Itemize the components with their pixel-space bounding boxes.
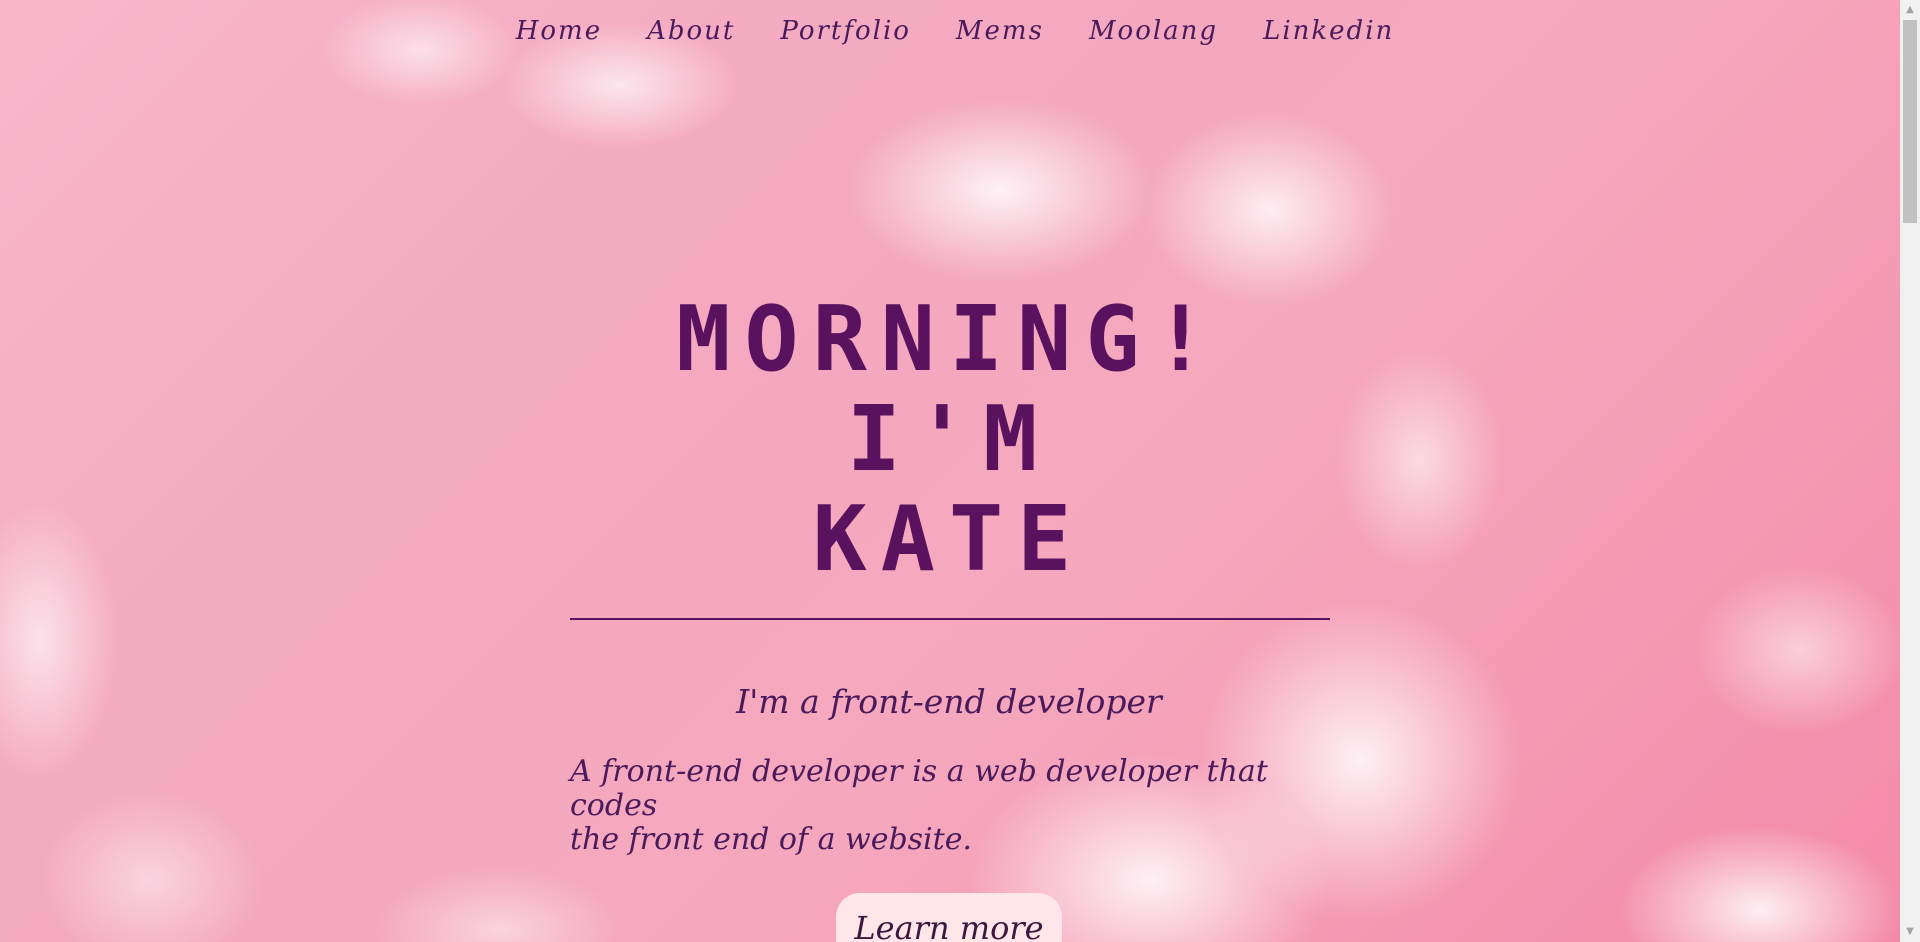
hero-title-line1: MORNING! I'M [676,287,1222,492]
nav-portfolio-link[interactable]: Portfolio [780,10,911,52]
nav-about-link[interactable]: About [647,10,735,52]
page-background: Home About Portfolio Mems Moolang Linked… [0,0,1900,942]
hero-description-line1: A front-end developer is a web developer… [570,754,1268,823]
scrollbar-thumb[interactable] [1903,20,1917,223]
scroll-up-arrow-icon[interactable]: ▲ [1900,0,1920,20]
hero-title-line2: KATE [812,487,1086,592]
hero-subtitle: I'm a front-end developer [736,682,1162,721]
hero-divider [570,618,1330,620]
vertical-scrollbar[interactable]: ▲ ▼ [1900,0,1920,942]
learn-more-button[interactable]: Learn more [836,893,1062,942]
nav-linkedin-link[interactable]: Linkedin [1263,10,1394,52]
hero-title: MORNING! I'M KATE [570,290,1328,590]
hero-description-line2: the front end of a website. [570,822,972,857]
hero-description: A front-end developer is a web developer… [570,755,1328,857]
top-navigation: Home About Portfolio Mems Moolang Linked… [0,10,1900,52]
nav-mems-link[interactable]: Mems [956,10,1044,52]
nav-home-link[interactable]: Home [516,10,602,52]
hero-section: MORNING! I'M KATE I'm a front-end develo… [570,290,1330,942]
nav-moolang-link[interactable]: Moolang [1089,10,1218,52]
scroll-down-arrow-icon[interactable]: ▼ [1900,922,1920,942]
